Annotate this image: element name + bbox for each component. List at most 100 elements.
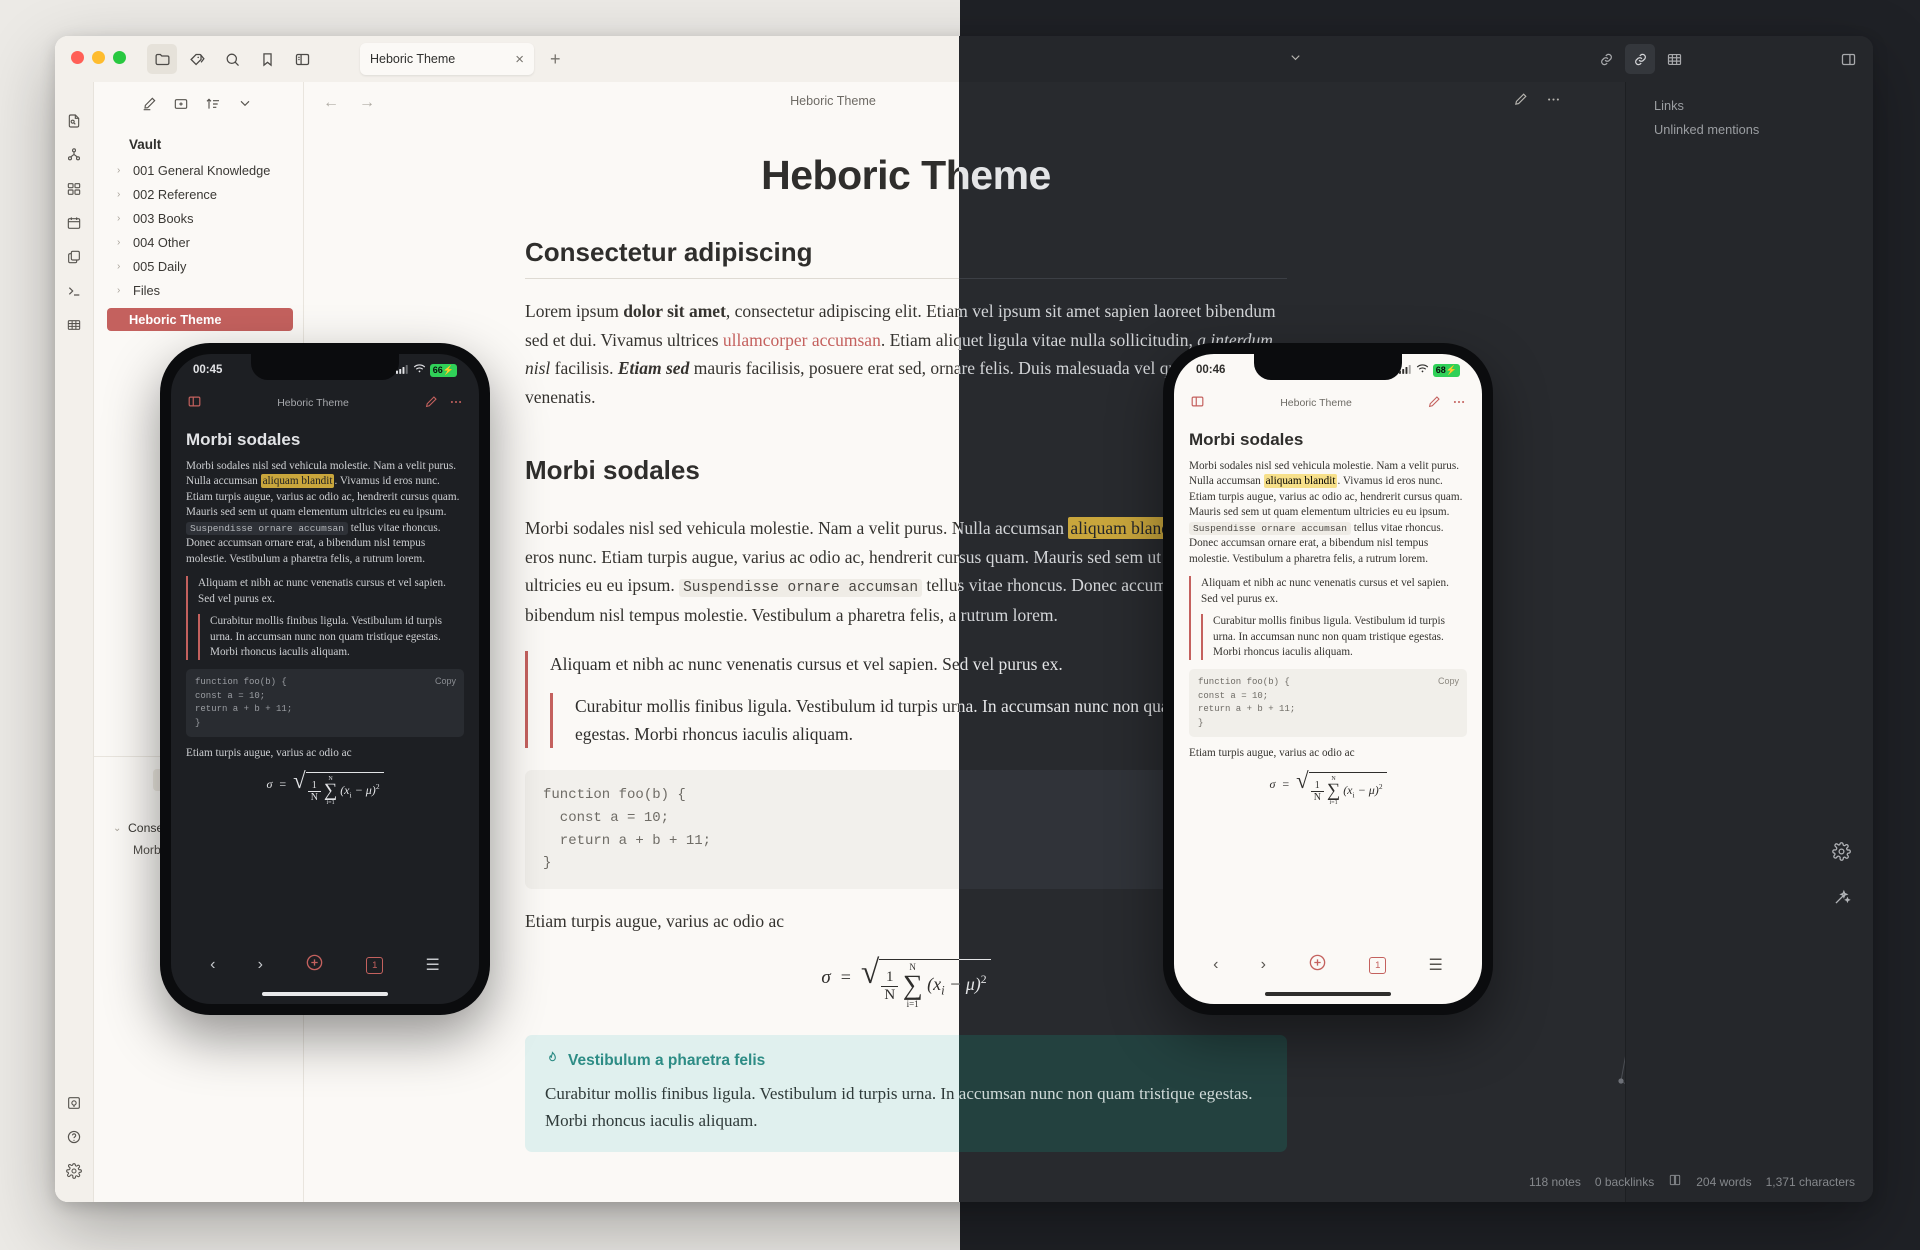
more-options-icon[interactable] — [449, 395, 463, 412]
phone-blockquote-outer: Aliquam et nibh ac nunc venenatis cursus… — [186, 576, 464, 661]
close-window-button[interactable] — [71, 51, 84, 64]
back-arrow-icon[interactable]: ‹ — [1213, 956, 1218, 974]
table-icon[interactable] — [55, 308, 93, 342]
chevron-down-icon[interactable] — [1288, 50, 1303, 70]
phone-blockquote-outer: Aliquam et nibh ac nunc venenatis cursus… — [1189, 576, 1467, 661]
phone-note-title: Heboric Theme — [1280, 397, 1352, 409]
graph-view-icon[interactable] — [55, 138, 93, 172]
folder-label: 005 Daily — [133, 258, 187, 274]
phone-status-right: 68⚡ — [1398, 363, 1460, 377]
settings-gear-icon[interactable] — [1832, 842, 1851, 866]
phone-paragraph: Morbi sodales nisl sed vehicula molestie… — [186, 460, 460, 565]
close-icon[interactable]: × — [515, 52, 524, 67]
phone-heading: Morbi sodales — [186, 430, 301, 449]
cellular-icon — [1398, 364, 1412, 377]
folder-label: 001 General Knowledge — [133, 162, 271, 178]
pencil-icon[interactable] — [424, 395, 438, 412]
folder-item[interactable]: › 003 Books — [93, 206, 303, 230]
status-notes: 118 notes — [1529, 1174, 1581, 1189]
phone-math-formula: σ = √ 1N N ∑ i=1 (xi − μ)2 — [186, 769, 464, 806]
pencil-icon[interactable] — [1427, 395, 1441, 412]
forward-arrow-icon[interactable]: › — [258, 956, 263, 974]
more-options-icon[interactable] — [1546, 92, 1561, 112]
phone-home-indicator — [1265, 992, 1391, 996]
folder-item[interactable]: › 002 Reference — [93, 182, 303, 206]
status-bar: 118 notes 0 backlinks 204 words 1,371 ch… — [1529, 1173, 1855, 1190]
tab-heboric-theme[interactable]: Heboric Theme × — [360, 43, 534, 75]
folder-icon[interactable] — [147, 44, 177, 74]
link-icon[interactable] — [1591, 44, 1621, 74]
inline-code: Suspendisse ornare accumsan — [186, 521, 348, 535]
terminal-icon[interactable] — [55, 274, 93, 308]
folder-item[interactable]: › 005 Daily — [93, 254, 303, 278]
folder-item[interactable]: › 004 Other — [93, 230, 303, 254]
pencil-icon[interactable] — [1513, 92, 1528, 112]
battery-indicator: 66⚡ — [429, 363, 457, 377]
backlink-icon[interactable] — [1625, 44, 1655, 74]
help-icon[interactable] — [55, 1120, 93, 1154]
phone-home-indicator — [262, 992, 388, 996]
copy-icon[interactable] — [55, 240, 93, 274]
maximize-window-button[interactable] — [113, 51, 126, 64]
collapse-icon[interactable] — [237, 96, 253, 117]
menu-icon[interactable]: ☰ — [426, 955, 440, 975]
calendar-icon[interactable] — [55, 206, 93, 240]
folder-item[interactable]: › Files — [93, 278, 303, 302]
vault-icon[interactable] — [55, 1086, 93, 1120]
phone-status-right: 66⚡ — [395, 363, 457, 377]
sort-icon[interactable] — [205, 96, 221, 117]
panel-item-links[interactable]: Links — [1626, 82, 1873, 113]
copy-button[interactable]: Copy — [1438, 675, 1459, 689]
folder-item[interactable]: › 001 General Knowledge — [93, 158, 303, 182]
left-ribbon — [55, 82, 94, 1202]
new-folder-icon[interactable] — [173, 96, 189, 117]
quick-switcher-icon[interactable] — [55, 104, 93, 138]
phone-note-header: Heboric Theme — [171, 386, 479, 420]
tab-label: Heboric Theme — [370, 52, 456, 66]
forward-arrow-icon[interactable]: › — [1261, 956, 1266, 974]
more-options-icon[interactable] — [1452, 395, 1466, 412]
add-circle-icon[interactable] — [1308, 953, 1327, 977]
ribbon-bottom-icons — [55, 1086, 93, 1188]
tabs-count-button[interactable]: 1 — [366, 956, 384, 974]
sidebar-icon[interactable] — [1190, 394, 1205, 412]
phone-blockquote-text: Curabitur mollis finibus ligula. Vestibu… — [1213, 615, 1445, 658]
add-circle-icon[interactable] — [305, 953, 324, 977]
menu-icon[interactable]: ☰ — [1429, 955, 1443, 975]
phone-math-formula: σ = √ 1N N ∑ i=1 (xi − μ)2 — [1189, 769, 1467, 806]
settings-icon[interactable] — [55, 1154, 93, 1188]
back-arrow-icon[interactable]: ‹ — [210, 956, 215, 974]
right-sidebar-icon[interactable] — [1833, 44, 1863, 74]
magic-wand-icon[interactable] — [1832, 888, 1851, 912]
panel-item-unlinked-mentions[interactable]: Unlinked mentions — [1626, 113, 1873, 137]
wifi-icon — [413, 363, 426, 377]
status-backlinks: 0 backlinks — [1594, 1174, 1655, 1189]
backlinks-panel: Links Unlinked mentions — [1625, 82, 1873, 1202]
new-tab-button[interactable]: + — [550, 50, 561, 68]
chevron-right-icon: › — [117, 236, 121, 248]
canvas-icon[interactable] — [55, 172, 93, 206]
bookmark-icon[interactable] — [252, 44, 282, 74]
new-note-icon[interactable] — [141, 96, 157, 117]
internal-link[interactable]: ullamcorper accumsan — [723, 330, 881, 350]
tag-icon[interactable] — [182, 44, 212, 74]
copy-button[interactable]: Copy — [435, 675, 456, 689]
file-item-heboric-theme[interactable]: Heboric Theme — [107, 308, 293, 331]
phone-time: 00:46 — [1196, 364, 1226, 376]
minimize-window-button[interactable] — [92, 51, 105, 64]
floating-side-icons — [1832, 842, 1851, 912]
inline-code: Suspendisse ornare accumsan — [679, 579, 923, 598]
note-title: Heboric Theme — [790, 94, 876, 108]
vault-label: Vault — [129, 137, 162, 152]
tabs-count-button[interactable]: 1 — [1369, 956, 1387, 974]
folder-label: Files — [133, 282, 161, 298]
sidebar-toggle-icon[interactable] — [287, 44, 317, 74]
status-characters: 1,371 characters — [1765, 1174, 1855, 1189]
callout-title-text: Vestibulum a pharetra felis — [568, 1052, 766, 1070]
chevron-right-icon: › — [117, 164, 121, 176]
table-icon[interactable] — [1659, 44, 1689, 74]
search-icon[interactable] — [217, 44, 247, 74]
file-label: Heboric Theme — [129, 312, 222, 327]
chevron-down-icon: ⌄ — [113, 822, 122, 834]
sidebar-icon[interactable] — [187, 394, 202, 412]
